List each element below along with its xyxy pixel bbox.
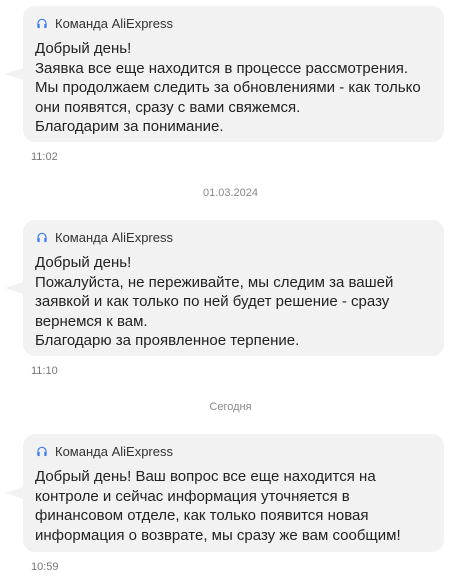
message-bubble: Команда AliExpress Добрый день! Ваш вопр… [23, 434, 444, 552]
message-sender: Команда AliExpress [35, 230, 432, 245]
message-time: 11:02 [31, 151, 58, 163]
headset-icon [35, 445, 49, 459]
message-text: Добрый день! Пожалуйста, не переживайте,… [35, 254, 394, 349]
headset-icon [35, 231, 49, 245]
sender-name: Команда AliExpress [55, 16, 173, 31]
message-bubble: Команда AliExpress Добрый день! Пожалуйс… [23, 220, 444, 356]
headset-icon [35, 17, 49, 31]
message-text: Добрый день! Ваш вопрос все еще находитс… [35, 468, 401, 544]
chat-thread: Команда AliExpress Добрый день! Заявка в… [0, 0, 461, 579]
date-separator: Сегодня [209, 401, 252, 413]
message-bubble: Команда AliExpress Добрый день! Заявка в… [23, 6, 444, 142]
date-separator: 01.03.2024 [202, 187, 259, 199]
sender-name: Команда AliExpress [55, 444, 173, 459]
message-sender: Команда AliExpress [35, 16, 432, 31]
message-text: Добрый день! Заявка все еще находится в … [35, 40, 421, 135]
message-time: 11:10 [31, 365, 58, 377]
message-sender: Команда AliExpress [35, 444, 432, 459]
message-time: 10:59 [31, 561, 59, 573]
sender-name: Команда AliExpress [55, 230, 173, 245]
